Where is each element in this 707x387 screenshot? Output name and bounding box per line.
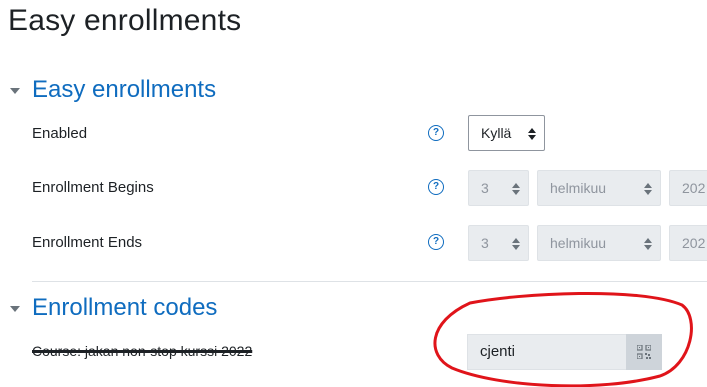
annotation-ellipse xyxy=(433,291,693,387)
page: Easy enrollments Easy enrollments Enable… xyxy=(0,0,707,387)
